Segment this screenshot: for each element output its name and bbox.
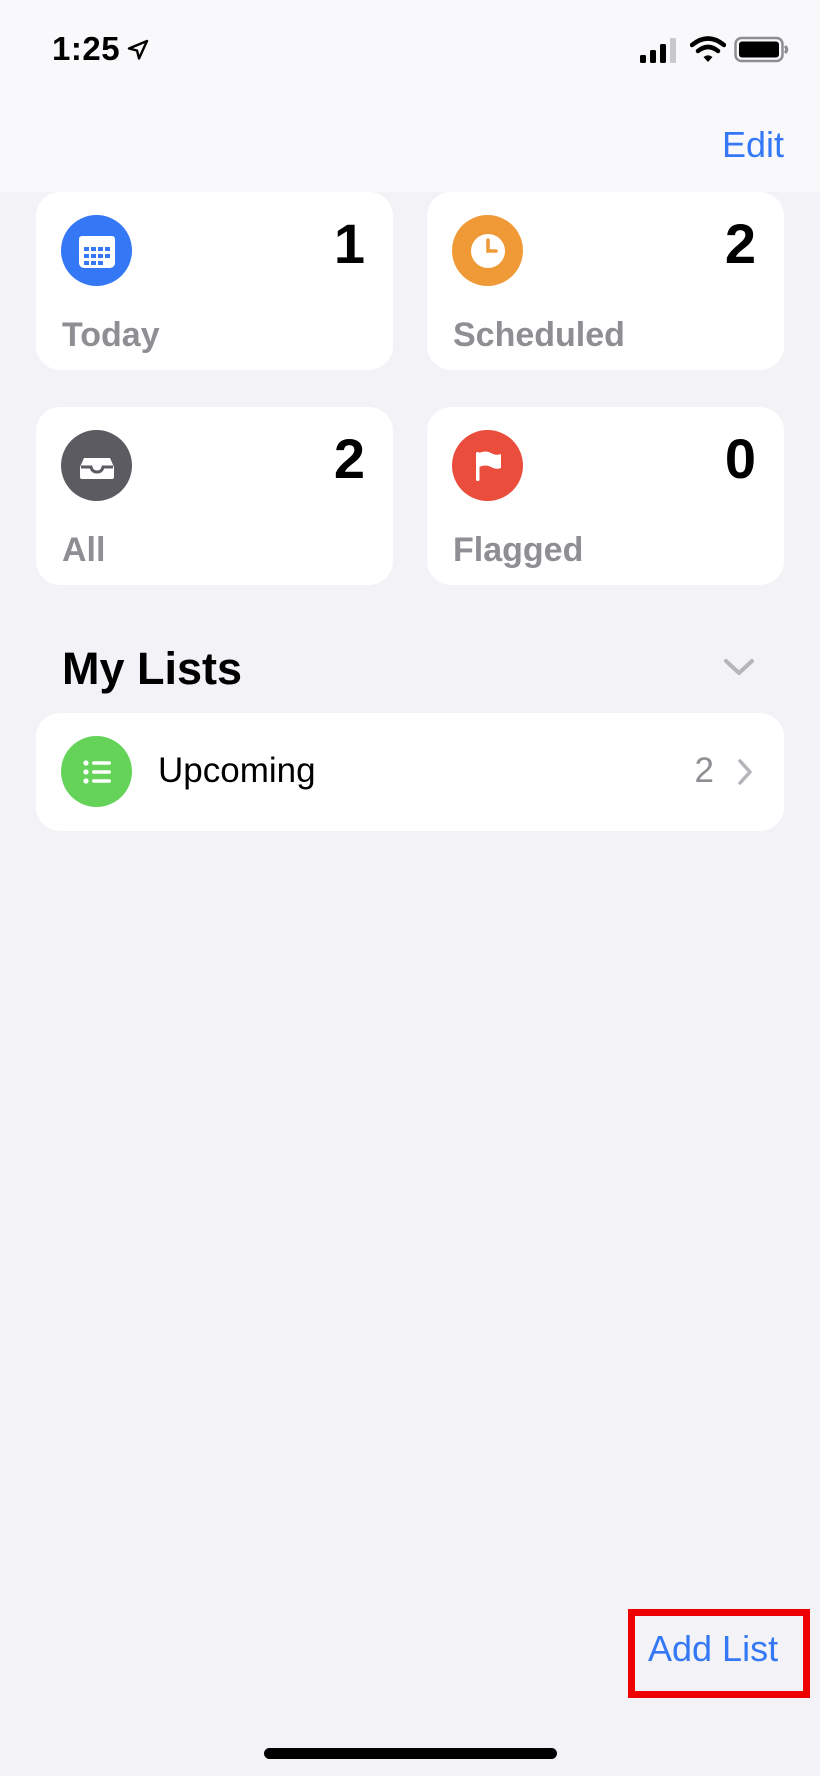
today-label: Today [62,316,160,354]
add-list-button[interactable]: Add List [648,1628,778,1670]
smart-list-flagged[interactable]: 0 Flagged [427,407,784,585]
scheduled-count: 2 [724,212,756,275]
smart-list-today[interactable]: 1 Today [36,192,393,370]
smart-list-scheduled[interactable]: 2 Scheduled [427,192,784,370]
battery-icon [734,36,789,63]
chevron-down-icon[interactable] [722,656,756,678]
all-label: All [62,531,106,569]
all-count: 2 [333,427,365,490]
location-arrow-icon [127,39,149,60]
home-indicator[interactable] [264,1748,557,1759]
chevron-right-icon [738,759,752,785]
my-lists-title: My Lists [62,643,243,694]
flagged-label: Flagged [453,531,584,569]
status-time: 1:25 [52,30,121,67]
wifi-icon [690,36,726,62]
calendar-icon [61,215,132,286]
clock-icon [452,215,523,286]
edit-button[interactable]: Edit [722,124,784,166]
status-bar: 1:25 [0,0,820,100]
tray-icon [61,430,132,501]
cellular-signal-icon [640,38,676,63]
nav-bar: Edit [0,100,820,192]
scheduled-label: Scheduled [453,316,625,354]
list-item-label: Upcoming [158,751,316,790]
list-item-count: 2 [694,751,714,790]
list-item-upcoming[interactable]: Upcoming 2 [36,713,784,831]
smart-list-all[interactable]: 2 All [36,407,393,585]
flag-icon [452,430,523,501]
flagged-count: 0 [724,427,756,490]
list-bullet-icon [61,736,132,807]
today-count: 1 [333,212,365,275]
